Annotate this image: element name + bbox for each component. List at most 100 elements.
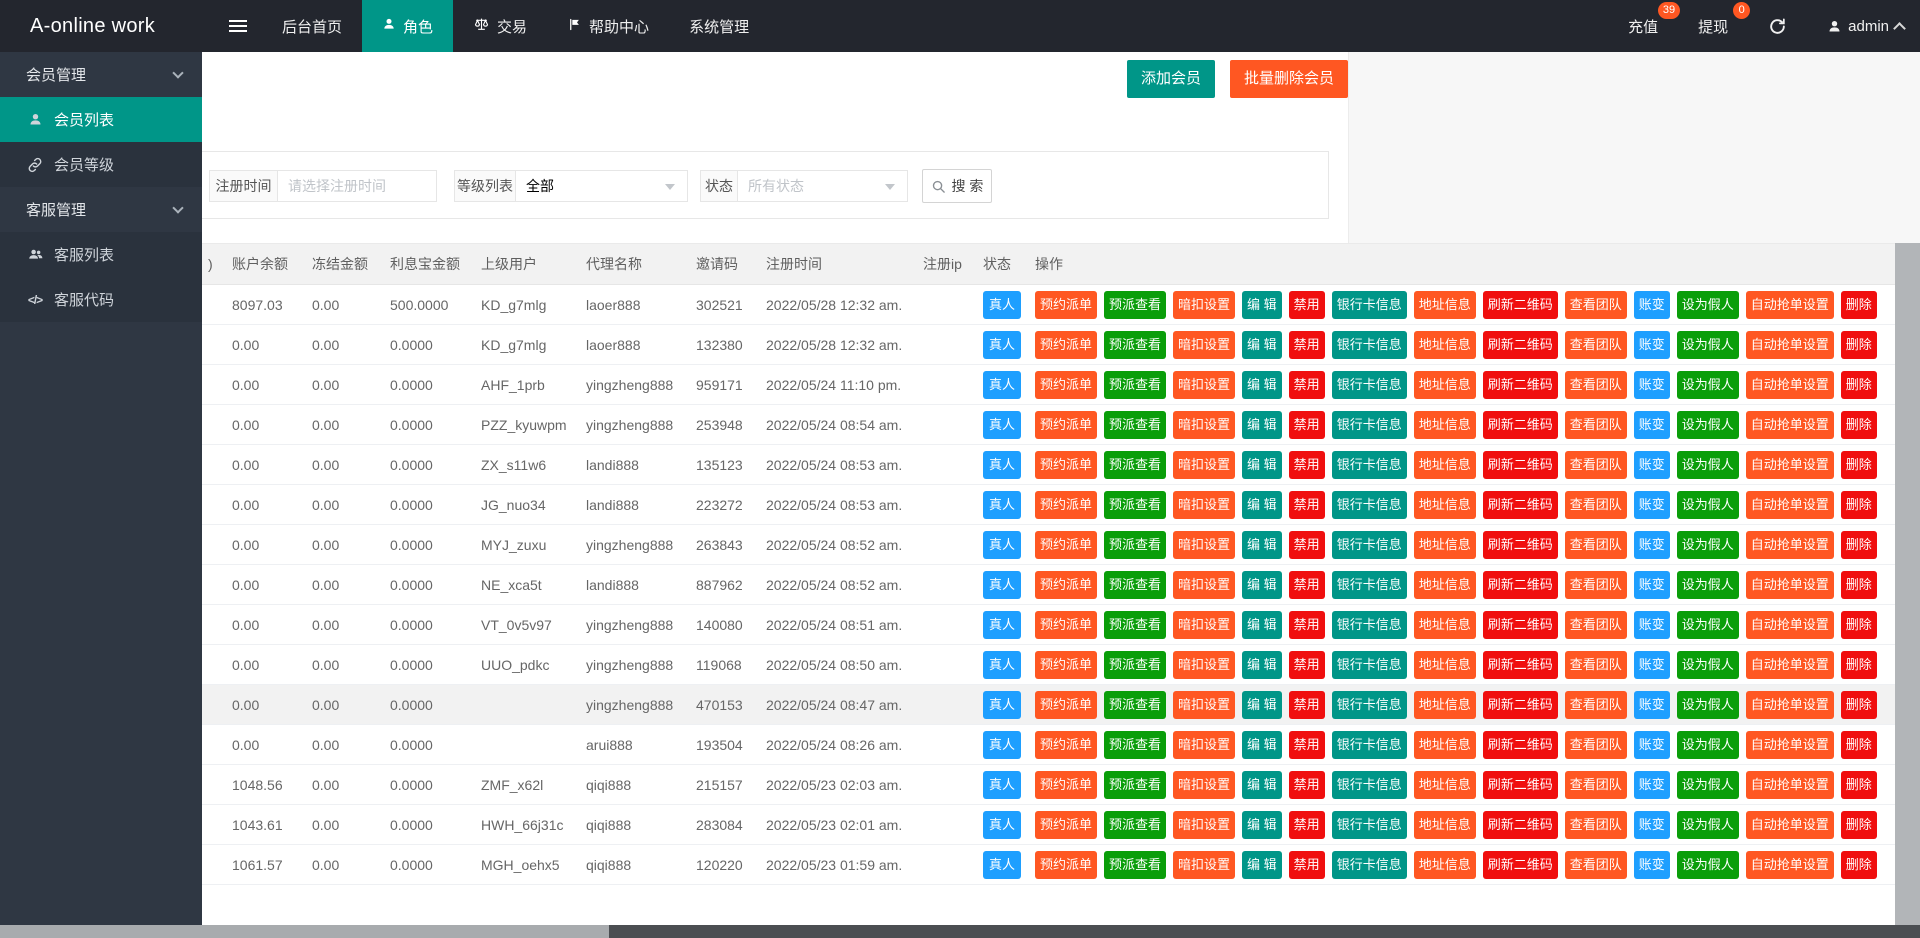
action-balance-change-button[interactable]: 账变 <box>1634 731 1670 759</box>
action-hidden-deduct-settings-button[interactable]: 暗扣设置 <box>1173 811 1235 839</box>
action-set-fake-user-button[interactable]: 设为假人 <box>1677 771 1739 799</box>
action-set-fake-user-button[interactable]: 设为假人 <box>1677 531 1739 559</box>
action-address-info-button[interactable]: 地址信息 <box>1414 851 1476 879</box>
status-badge[interactable]: 真人 <box>983 371 1021 399</box>
action-auto-grab-settings-button[interactable]: 自动抢单设置 <box>1746 611 1834 639</box>
action-balance-change-button[interactable]: 账变 <box>1634 491 1670 519</box>
action-view-team-button[interactable]: 查看团队 <box>1565 571 1627 599</box>
action-view-team-button[interactable]: 查看团队 <box>1565 611 1627 639</box>
action-reserve-dispatch-button[interactable]: 预约派单 <box>1035 331 1097 359</box>
action-bank-card-info-button[interactable]: 银行卡信息 <box>1332 571 1407 599</box>
action-hidden-deduct-settings-button[interactable]: 暗扣设置 <box>1173 571 1235 599</box>
action-edit-button[interactable]: 编 辑 <box>1242 651 1282 679</box>
action-disable-button[interactable]: 禁用 <box>1289 851 1325 879</box>
action-dispatch-view-button[interactable]: 预派查看 <box>1104 611 1166 639</box>
action-set-fake-user-button[interactable]: 设为假人 <box>1677 611 1739 639</box>
action-hidden-deduct-settings-button[interactable]: 暗扣设置 <box>1173 411 1235 439</box>
status-badge[interactable]: 真人 <box>983 811 1021 839</box>
action-auto-grab-settings-button[interactable]: 自动抢单设置 <box>1746 371 1834 399</box>
action-disable-button[interactable]: 禁用 <box>1289 531 1325 559</box>
action-balance-change-button[interactable]: 账变 <box>1634 571 1670 599</box>
status-badge[interactable]: 真人 <box>983 611 1021 639</box>
action-balance-change-button[interactable]: 账变 <box>1634 331 1670 359</box>
action-refresh-qrcode-button[interactable]: 刷新二维码 <box>1483 491 1558 519</box>
action-delete-button[interactable]: 删除 <box>1841 371 1877 399</box>
action-hidden-deduct-settings-button[interactable]: 暗扣设置 <box>1173 451 1235 479</box>
action-delete-button[interactable]: 删除 <box>1841 531 1877 559</box>
action-hidden-deduct-settings-button[interactable]: 暗扣设置 <box>1173 331 1235 359</box>
action-auto-grab-settings-button[interactable]: 自动抢单设置 <box>1746 291 1834 319</box>
action-disable-button[interactable]: 禁用 <box>1289 731 1325 759</box>
action-dispatch-view-button[interactable]: 预派查看 <box>1104 571 1166 599</box>
action-disable-button[interactable]: 禁用 <box>1289 571 1325 599</box>
action-refresh-qrcode-button[interactable]: 刷新二维码 <box>1483 651 1558 679</box>
action-disable-button[interactable]: 禁用 <box>1289 691 1325 719</box>
status-badge[interactable]: 真人 <box>983 731 1021 759</box>
action-disable-button[interactable]: 禁用 <box>1289 331 1325 359</box>
action-hidden-deduct-settings-button[interactable]: 暗扣设置 <box>1173 731 1235 759</box>
action-disable-button[interactable]: 禁用 <box>1289 771 1325 799</box>
sidebar-item-1-1[interactable]: </>客服代码 <box>0 277 202 322</box>
action-bank-card-info-button[interactable]: 银行卡信息 <box>1332 411 1407 439</box>
action-edit-button[interactable]: 编 辑 <box>1242 291 1282 319</box>
status-badge[interactable]: 真人 <box>983 291 1021 319</box>
action-balance-change-button[interactable]: 账变 <box>1634 691 1670 719</box>
action-reserve-dispatch-button[interactable]: 预约派单 <box>1035 531 1097 559</box>
action-reserve-dispatch-button[interactable]: 预约派单 <box>1035 651 1097 679</box>
sidebar-group-1[interactable]: 客服管理 <box>0 187 202 232</box>
action-refresh-qrcode-button[interactable]: 刷新二维码 <box>1483 531 1558 559</box>
action-set-fake-user-button[interactable]: 设为假人 <box>1677 851 1739 879</box>
action-bank-card-info-button[interactable]: 银行卡信息 <box>1332 771 1407 799</box>
action-reserve-dispatch-button[interactable]: 预约派单 <box>1035 811 1097 839</box>
action-set-fake-user-button[interactable]: 设为假人 <box>1677 651 1739 679</box>
batch-delete-members-button[interactable]: 批量删除会员 <box>1230 60 1348 98</box>
sidebar-item-1-0[interactable]: 客服列表 <box>0 232 202 277</box>
action-bank-card-info-button[interactable]: 银行卡信息 <box>1332 811 1407 839</box>
action-edit-button[interactable]: 编 辑 <box>1242 811 1282 839</box>
action-hidden-deduct-settings-button[interactable]: 暗扣设置 <box>1173 291 1235 319</box>
action-balance-change-button[interactable]: 账变 <box>1634 451 1670 479</box>
status-badge[interactable]: 真人 <box>983 531 1021 559</box>
action-set-fake-user-button[interactable]: 设为假人 <box>1677 371 1739 399</box>
action-view-team-button[interactable]: 查看团队 <box>1565 771 1627 799</box>
status-badge[interactable]: 真人 <box>983 451 1021 479</box>
action-delete-button[interactable]: 删除 <box>1841 811 1877 839</box>
action-address-info-button[interactable]: 地址信息 <box>1414 731 1476 759</box>
action-address-info-button[interactable]: 地址信息 <box>1414 611 1476 639</box>
action-reserve-dispatch-button[interactable]: 预约派单 <box>1035 851 1097 879</box>
action-disable-button[interactable]: 禁用 <box>1289 451 1325 479</box>
action-disable-button[interactable]: 禁用 <box>1289 651 1325 679</box>
action-bank-card-info-button[interactable]: 银行卡信息 <box>1332 491 1407 519</box>
action-refresh-qrcode-button[interactable]: 刷新二维码 <box>1483 331 1558 359</box>
action-balance-change-button[interactable]: 账变 <box>1634 531 1670 559</box>
action-address-info-button[interactable]: 地址信息 <box>1414 691 1476 719</box>
action-set-fake-user-button[interactable]: 设为假人 <box>1677 491 1739 519</box>
action-refresh-qrcode-button[interactable]: 刷新二维码 <box>1483 571 1558 599</box>
action-delete-button[interactable]: 删除 <box>1841 651 1877 679</box>
action-disable-button[interactable]: 禁用 <box>1289 291 1325 319</box>
action-view-team-button[interactable]: 查看团队 <box>1565 491 1627 519</box>
action-hidden-deduct-settings-button[interactable]: 暗扣设置 <box>1173 651 1235 679</box>
sidebar-item-0-0[interactable]: 会员列表 <box>0 97 202 142</box>
action-set-fake-user-button[interactable]: 设为假人 <box>1677 731 1739 759</box>
action-delete-button[interactable]: 删除 <box>1841 411 1877 439</box>
action-dispatch-view-button[interactable]: 预派查看 <box>1104 371 1166 399</box>
action-set-fake-user-button[interactable]: 设为假人 <box>1677 411 1739 439</box>
status-badge[interactable]: 真人 <box>983 571 1021 599</box>
action-edit-button[interactable]: 编 辑 <box>1242 771 1282 799</box>
action-auto-grab-settings-button[interactable]: 自动抢单设置 <box>1746 451 1834 479</box>
action-auto-grab-settings-button[interactable]: 自动抢单设置 <box>1746 531 1834 559</box>
action-view-team-button[interactable]: 查看团队 <box>1565 811 1627 839</box>
action-set-fake-user-button[interactable]: 设为假人 <box>1677 571 1739 599</box>
horizontal-scrollbar-track[interactable] <box>0 925 1920 938</box>
action-hidden-deduct-settings-button[interactable]: 暗扣设置 <box>1173 691 1235 719</box>
action-reserve-dispatch-button[interactable]: 预约派单 <box>1035 451 1097 479</box>
action-edit-button[interactable]: 编 辑 <box>1242 691 1282 719</box>
action-auto-grab-settings-button[interactable]: 自动抢单设置 <box>1746 651 1834 679</box>
action-balance-change-button[interactable]: 账变 <box>1634 651 1670 679</box>
action-address-info-button[interactable]: 地址信息 <box>1414 291 1476 319</box>
action-bank-card-info-button[interactable]: 银行卡信息 <box>1332 531 1407 559</box>
add-member-button[interactable]: 添加会员 <box>1127 60 1215 98</box>
action-reserve-dispatch-button[interactable]: 预约派单 <box>1035 411 1097 439</box>
action-edit-button[interactable]: 编 辑 <box>1242 411 1282 439</box>
